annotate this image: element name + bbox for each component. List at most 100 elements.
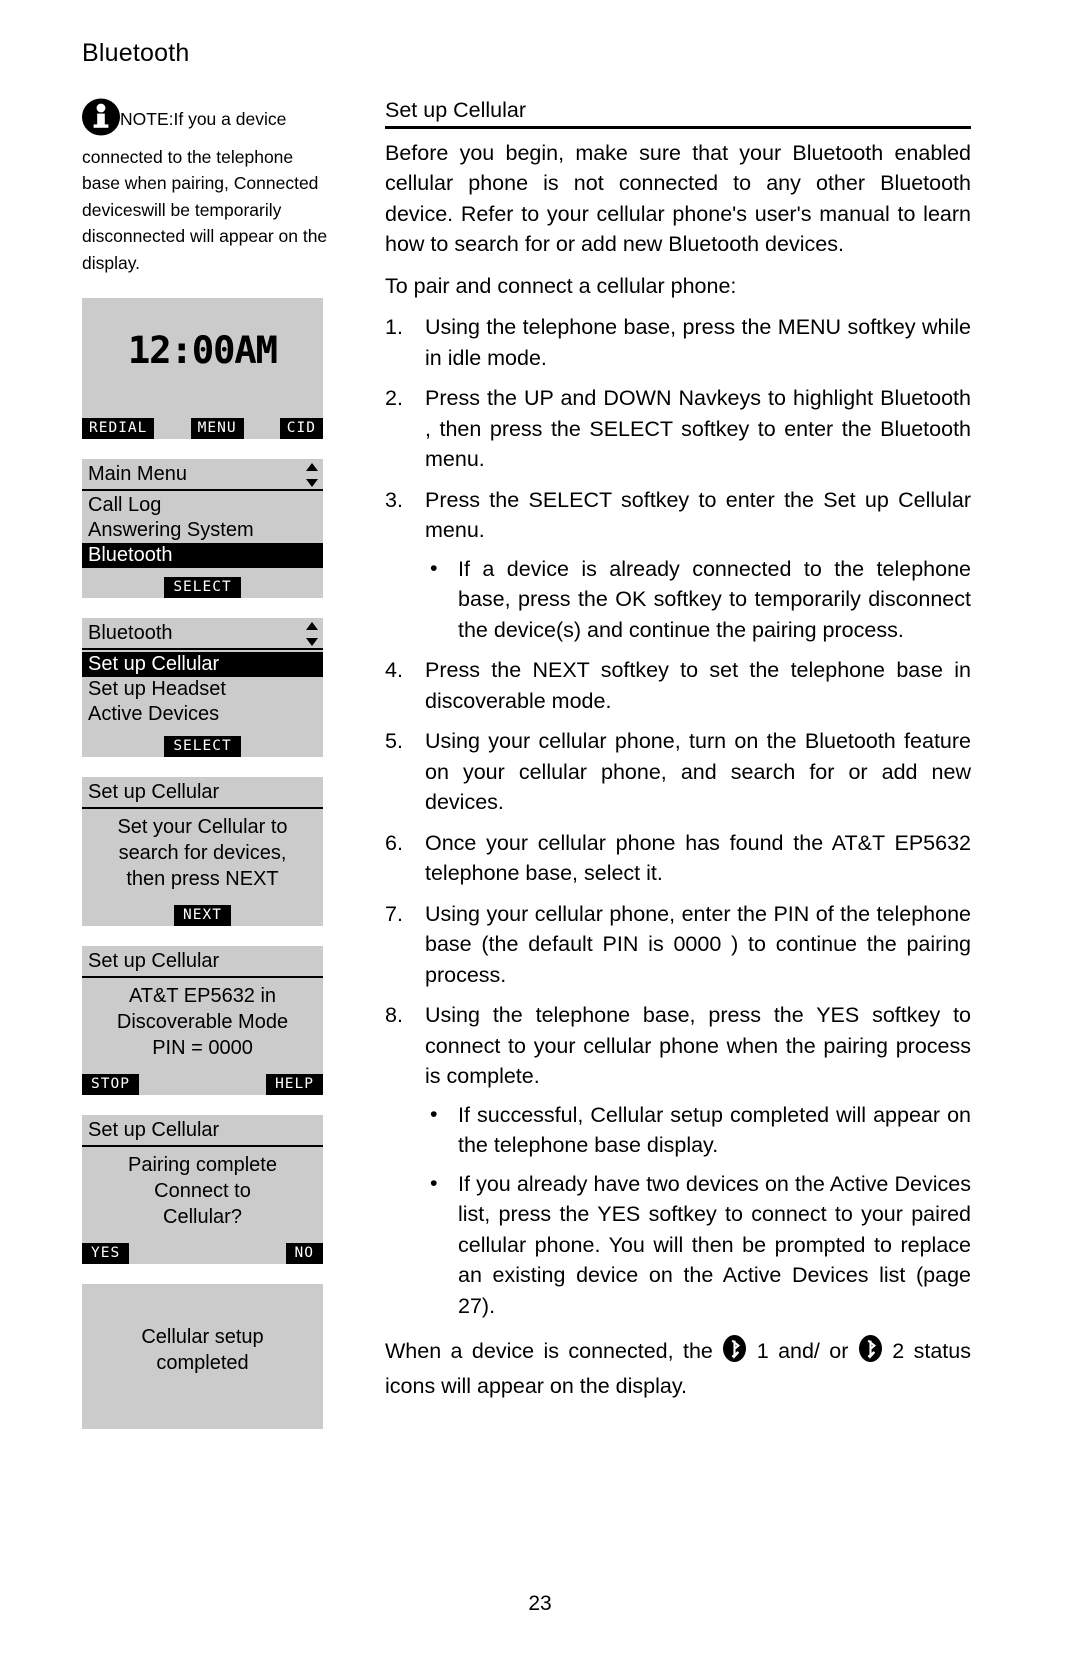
up-down-arrow-icon	[305, 621, 319, 646]
step-number: 5.	[385, 729, 403, 754]
step-item: 3. Press the SELECT softkey to enter the …	[385, 485, 971, 646]
lcd-message-line: Discoverable Mode	[116, 1011, 289, 1033]
closing-paragraph: When a device is connected, the 1 and/ o…	[385, 1335, 971, 1401]
lcd-title-row: Set up Cellular	[82, 1115, 323, 1147]
info-icon	[82, 98, 120, 144]
lcd-menu-item-set-up-cellular[interactable]: Set up Cellular	[82, 652, 323, 677]
lcd-screen-pairing-complete: Set up Cellular Pairing complete Connect…	[82, 1115, 323, 1264]
lcd-item-list: Call Log Answering System Bluetooth	[82, 491, 323, 568]
bullet-dot-icon: •	[430, 555, 438, 580]
softkey-stop[interactable]: STOP	[82, 1074, 139, 1095]
step-item: 6. Once your cellular phone has found the…	[385, 828, 971, 889]
lcd-menu-item-set-up-headset[interactable]: Set up Headset	[82, 677, 323, 702]
bullet-text: If a device is already connected to the …	[458, 556, 971, 642]
lcd-item-list: Set up Cellular Set up Headset Active De…	[82, 650, 323, 727]
lcd-menu-item-bluetooth[interactable]: Bluetooth	[82, 543, 323, 568]
lead-in-paragraph: To pair and connect a cellular phone:	[385, 273, 737, 298]
bullet-text: If you already have two devices on the A…	[458, 1171, 971, 1318]
lcd-title: Bluetooth	[88, 622, 173, 644]
step-text: Using the telephone base, press the MENU…	[425, 315, 971, 370]
lcd-title-row: Bluetooth	[82, 618, 323, 650]
bullet-dot-icon: •	[430, 1170, 438, 1195]
bullet-dot-icon: •	[430, 1101, 438, 1126]
bullet-item: • If successful, Cellular setup completed…	[425, 1100, 971, 1161]
softkey-select[interactable]: SELECT	[164, 736, 241, 757]
left-column: Bluetooth NOTE:If you a device connected…	[82, 38, 332, 1449]
up-down-arrow-icon	[305, 462, 319, 487]
clock-display: 12:00AM	[82, 298, 323, 418]
note-label: NOTE:	[120, 109, 174, 129]
closing-num-2: 2	[892, 1339, 905, 1364]
softkey-redial[interactable]: REDIAL	[82, 418, 155, 439]
softkey-row: YES NO	[82, 1238, 323, 1264]
softkey-next[interactable]: NEXT	[174, 905, 231, 926]
step-item: 1. Using the telephone base, press the ME…	[385, 312, 971, 373]
lcd-message-line: then press NEXT	[126, 868, 279, 890]
softkey-yes[interactable]: YES	[82, 1243, 130, 1264]
lcd-menu-item-active-devices[interactable]: Active Devices	[82, 702, 323, 727]
section-title: Set up Cellular	[385, 96, 971, 129]
right-column: Set up Cellular Before you begin, make s…	[385, 78, 971, 1423]
lcd-title-row: Set up Cellular	[82, 777, 323, 809]
closing-part-1: When a device is connected, the	[385, 1339, 713, 1364]
lcd-message-line: search for devices,	[118, 842, 287, 864]
closing-part-2: and/ or	[778, 1339, 849, 1364]
bluetooth-icon	[858, 1335, 882, 1371]
step-number: 4.	[385, 658, 403, 683]
softkey-select[interactable]: SELECT	[164, 577, 241, 598]
manual-page: Bluetooth NOTE:If you a device connected…	[0, 0, 1080, 1669]
lcd-menu-item-call-log[interactable]: Call Log	[82, 493, 323, 518]
sub-bullet-list: • If successful, Cellular setup completed…	[425, 1100, 971, 1322]
step-item: 5. Using your cellular phone, turn on the…	[385, 726, 971, 818]
bullet-item: • If you already have two devices on the …	[425, 1169, 971, 1322]
lcd-message-line: Pairing complete	[128, 1154, 277, 1176]
step-number: 6.	[385, 830, 403, 855]
note-block: NOTE:If you a device connected to the te…	[82, 98, 334, 276]
lcd-message: Cellular setup completed	[135, 1319, 269, 1394]
lcd-title: Set up Cellular	[88, 950, 220, 972]
softkey-row: NEXT	[82, 900, 323, 926]
softkey-no[interactable]: NO	[285, 1243, 323, 1264]
lcd-title-row: Main Menu	[82, 459, 323, 491]
bluetooth-icon	[723, 1335, 747, 1371]
step-text: Press the NEXT softkey to set the teleph…	[425, 658, 971, 713]
lcd-screen-search-prompt: Set up Cellular Set your Cellular to sea…	[82, 777, 323, 926]
step-text: Using your cellular phone, enter the PIN…	[425, 901, 971, 987]
lcd-message: Set your Cellular to search for devices,…	[82, 809, 323, 896]
step-number: 8.	[385, 1003, 403, 1028]
lcd-message: Pairing complete Connect to Cellular?	[82, 1147, 323, 1234]
step-text: Press the SELECT softkey to enter the Se…	[425, 487, 971, 543]
lcd-screen-main-menu: Main Menu Call Log Answering System Blue…	[82, 459, 323, 598]
lcd-title-row: Set up Cellular	[82, 946, 323, 978]
softkey-help[interactable]: HELP	[266, 1074, 323, 1095]
clock-text: 12:00AM	[128, 329, 278, 372]
page-title: Bluetooth	[82, 39, 190, 67]
lcd-title: Set up Cellular	[88, 1119, 220, 1141]
lcd-title: Set up Cellular	[88, 781, 220, 803]
softkey-row: REDIAL MENU CID	[82, 418, 323, 439]
softkey-cid[interactable]: CID	[279, 418, 323, 439]
softkey-row: STOP HELP	[82, 1069, 323, 1095]
page-number: 23	[528, 1592, 552, 1615]
lcd-message: AT&T EP5632 in Discoverable Mode PIN = 0…	[82, 978, 323, 1065]
lcd-screen-idle: 12:00AM REDIAL MENU CID	[82, 298, 323, 439]
step-number: 1.	[385, 315, 403, 340]
step-item: 4. Press the NEXT softkey to set the tele…	[385, 655, 971, 716]
intro-paragraph: Before you begin, make sure that your Bl…	[385, 140, 971, 257]
step-number: 2.	[385, 386, 403, 411]
lcd-message-line: Cellular?	[163, 1206, 242, 1228]
softkey-menu[interactable]: MENU	[190, 418, 244, 439]
step-text: Using the telephone base, press the YES …	[425, 1003, 971, 1089]
step-text: Once your cellular phone has found the A…	[425, 830, 971, 886]
lcd-message-line: Connect to	[154, 1180, 251, 1202]
lcd-screen-discoverable: Set up Cellular AT&T EP5632 in Discovera…	[82, 946, 323, 1095]
lcd-screen-bluetooth-menu: Bluetooth Set up Cellular Set up Headset…	[82, 618, 323, 757]
step-item: 2. Press the UP and DOWN Navkeys to highl…	[385, 383, 971, 475]
sub-bullet-list: • If a device is already connected to the…	[425, 554, 971, 646]
step-number: 3.	[385, 487, 403, 512]
lcd-menu-item-answering-system[interactable]: Answering System	[82, 518, 323, 543]
step-item: 8. Using the telephone base, press the YE…	[385, 1000, 971, 1321]
lcd-message-line: completed	[156, 1352, 249, 1374]
softkey-row: SELECT	[82, 572, 323, 598]
step-text: Press the UP and DOWN Navkeys to highlig…	[425, 386, 971, 472]
